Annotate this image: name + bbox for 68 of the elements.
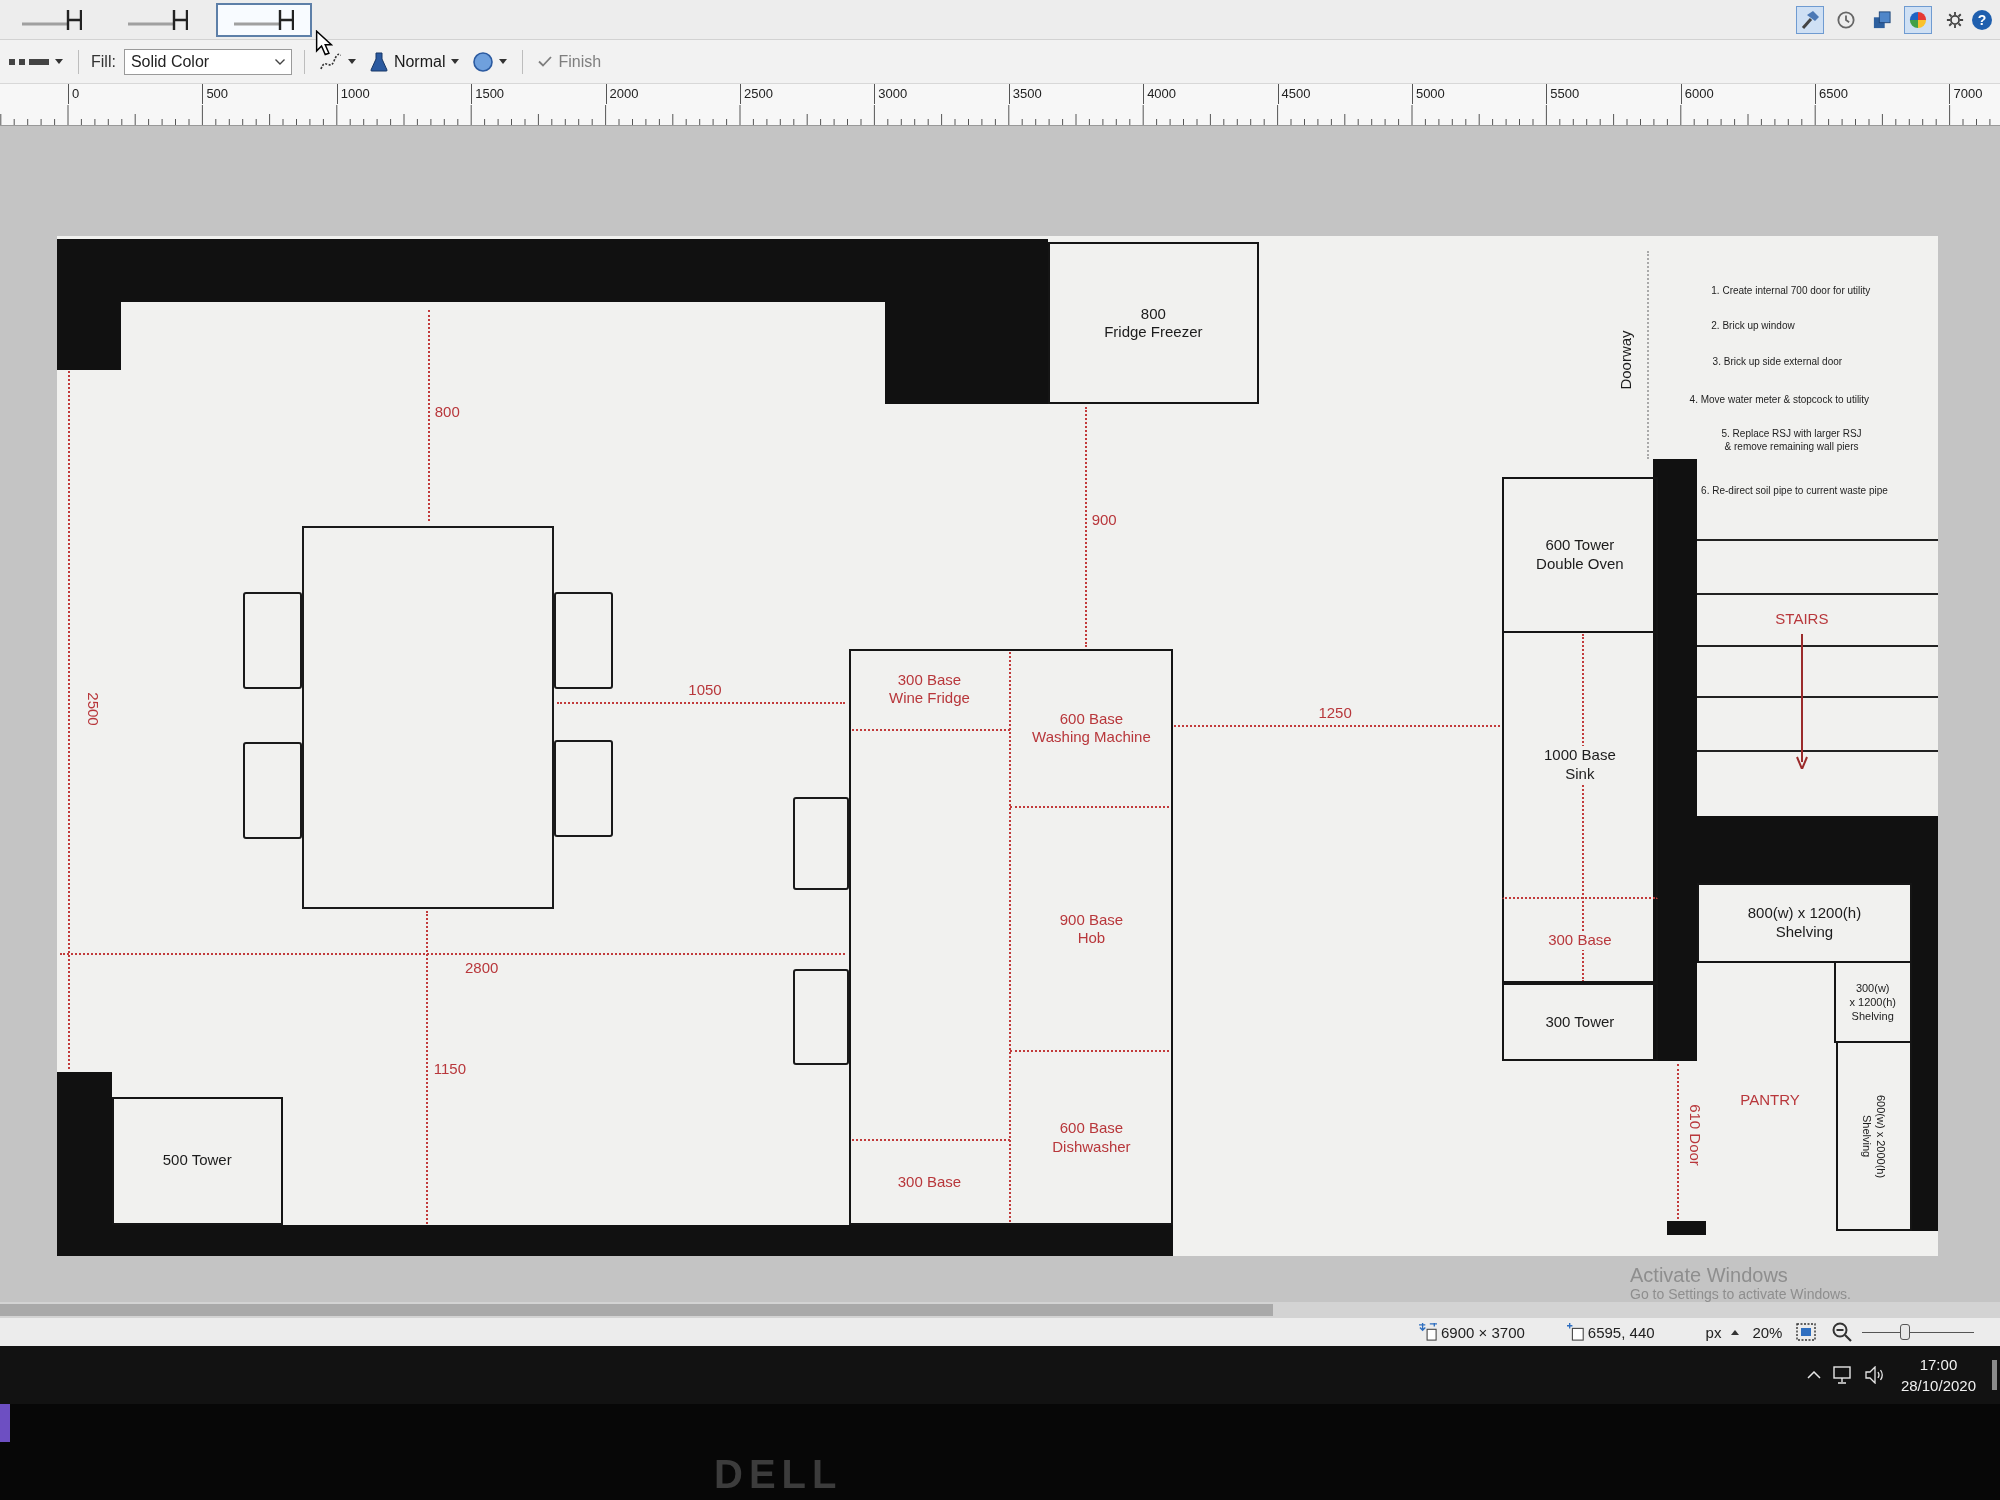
fill-dropdown[interactable]: Solid Color <box>123 48 292 75</box>
note-text: 4. Move water meter & stopcock to utility <box>1689 392 1870 406</box>
cursor-position-icon <box>1566 1323 1585 1341</box>
ruler-label: 2500 <box>739 84 773 104</box>
check-icon <box>538 56 553 67</box>
ruler-label: 1000 <box>336 84 370 104</box>
hammer-icon <box>1801 10 1819 29</box>
ruler-label: 7000 <box>1949 84 1983 104</box>
image-size-icon <box>1418 1323 1438 1341</box>
line-style-dropdown[interactable] <box>6 56 66 67</box>
chevron-up-icon[interactable] <box>1806 1371 1821 1379</box>
ruler-label: 6000 <box>1680 84 1714 104</box>
caret-icon <box>499 59 508 64</box>
mouse-pointer-icon <box>315 30 333 57</box>
wall <box>1666 1220 1707 1235</box>
ruler-label: 3500 <box>1008 84 1042 104</box>
zoom-level[interactable]: 20% <box>1752 1323 1783 1341</box>
dashed-line-icon <box>9 58 49 65</box>
note-text: 1. Create internal 700 door for utility <box>1711 283 1871 297</box>
network-icon[interactable] <box>1832 1366 1853 1384</box>
line-cap-icon <box>234 8 294 31</box>
line-cap-icon <box>128 8 188 31</box>
ruler-label: 0 <box>68 84 80 104</box>
app-tile-icon <box>0 1404 10 1442</box>
curve-icon <box>319 52 342 71</box>
zoom-out-icon[interactable] <box>1832 1322 1853 1342</box>
ruler-label: 2000 <box>605 84 639 104</box>
fill-label: Fill: <box>91 52 116 71</box>
ruler-label: 1500 <box>471 84 505 104</box>
settings-icon[interactable] <box>1946 10 1964 29</box>
ruler-label: 6500 <box>1815 84 1848 104</box>
tools-button[interactable] <box>1796 5 1824 34</box>
note-text: 3. Brick up side external door <box>1712 354 1843 368</box>
ruler-label: 4000 <box>1143 84 1177 104</box>
color-wheel-icon <box>1909 10 1927 29</box>
clock-icon <box>1837 10 1855 29</box>
unit-label: 1000 Base Sink <box>1543 746 1617 784</box>
caret-icon <box>451 59 460 64</box>
caret-up-icon <box>1731 1329 1740 1335</box>
ruler-label: 500 <box>202 84 229 104</box>
line-cap-icon <box>22 8 82 31</box>
circle-icon <box>473 51 494 72</box>
note-text: 5. Replace RSJ with larger RSJ & remove remaining wall piers <box>1721 427 1862 454</box>
slider-thumb[interactable] <box>1900 1324 1911 1340</box>
help-button[interactable]: ? <box>1972 9 1992 30</box>
line-style-button[interactable] <box>216 2 312 37</box>
taskbar-clock[interactable]: 17:00 28/10/2020 <box>1896 1354 1980 1396</box>
chevron-down-icon <box>274 58 285 65</box>
caret-icon <box>55 59 63 64</box>
units-dropdown[interactable]: px <box>1702 1321 1743 1343</box>
note-text: 6. Re-direct soil pipe to current waste pipe <box>1701 483 1888 497</box>
zoom-to-window-icon[interactable] <box>1796 1323 1817 1341</box>
speaker-icon[interactable] <box>1864 1366 1885 1384</box>
cursor-position-text: 6595, 440 <box>1587 1323 1655 1341</box>
horizontal-scrollbar[interactable] <box>0 1302 2000 1318</box>
flask-icon <box>369 51 388 72</box>
blend-mode-dropdown[interactable]: Normal <box>366 49 463 74</box>
colors-button[interactable] <box>1904 5 1932 34</box>
unit-label: 300 Base <box>1547 931 1613 950</box>
unit-label: 800(w) x 1200(h) Shelving <box>1746 904 1863 942</box>
ruler-label: 5500 <box>1546 84 1580 104</box>
note-text: 2. Brick up window <box>1711 318 1795 332</box>
ruler-label: 5000 <box>1411 84 1445 104</box>
ruler-label: 3000 <box>874 84 908 104</box>
caret-icon <box>347 59 356 64</box>
layers-icon <box>1873 10 1891 29</box>
image-size-text: 6900 × 3700 <box>1441 1323 1525 1341</box>
ruler-label: 4500 <box>1277 84 1311 104</box>
